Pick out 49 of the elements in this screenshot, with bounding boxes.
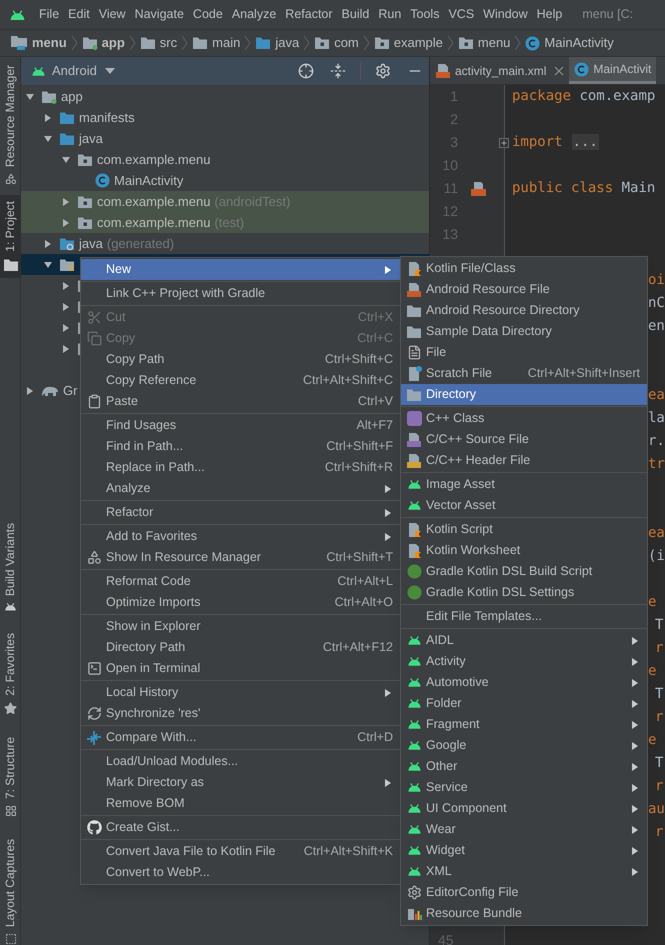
shortcut-text: Ctrl+D [357,729,393,746]
code-line: e [648,731,656,750]
code-line: ea [648,386,665,405]
shortcut-text: Ctrl+Alt+Shift+C [303,372,393,390]
code-line: oi [648,271,665,290]
tree-item-label: java [79,234,103,253]
code-line: tr [648,455,665,474]
shortcut-text: Ctrl+Alt+Shift+Insert [528,365,640,382]
code-line: import ... [512,133,599,152]
tree-item-label: MainActivity [114,172,184,190]
code-line: nC [648,294,665,313]
code-line: r [655,708,664,727]
code-line: r [655,639,664,658]
shortcut-text: Ctrl+Shift+F [326,438,393,456]
code-line: r. [648,432,665,451]
shortcut-text: Ctrl+Shift+R [324,459,393,476]
shortcut-text: Ctrl+Alt+O [334,594,393,612]
tree-item-label: app [61,88,83,106]
code-line: au [648,800,665,819]
code-line: la [648,409,665,428]
code-line: en [648,317,665,336]
code-line: T [655,685,664,704]
shortcut-text: Ctrl+X [358,309,393,326]
shortcut-text: Ctrl+Shift+T [326,549,393,566]
code-line: r [655,777,664,796]
tree-item-label: com.example.menu [97,192,210,211]
shortcut-text: Ctrl+Alt+L [337,573,393,590]
shortcut-text: Alt+F7 [356,417,393,434]
shortcut-text: Ctrl+Alt+Shift+K [304,843,393,860]
shortcut-text: Ctrl+V [358,393,393,410]
tree-item-label: com.example.menu [97,150,210,169]
shortcut-text: Ctrl+Shift+C [324,351,393,368]
shortcut-text: Ctrl+C [357,330,393,348]
tree-item-label: Gr [63,382,78,400]
code-line: public class Main [512,179,656,198]
code-line: ea [648,524,665,543]
code-line: (i [648,547,665,566]
tree-item-label: manifests [79,108,135,127]
window-title: menu [C: [582,6,634,24]
tree-item-suffix: (generated) [106,234,174,253]
tree-item-label: java [79,130,103,148]
code-line: T [655,616,664,635]
code-line: e [648,593,656,612]
shortcut-text: Ctrl+Alt+F12 [322,639,393,656]
code-line: T [655,754,664,773]
code-line: r [655,823,664,842]
tree-item-label: com.example.menu [97,214,210,232]
code-line: package com.examp [512,87,656,106]
code-line: e [648,662,656,681]
